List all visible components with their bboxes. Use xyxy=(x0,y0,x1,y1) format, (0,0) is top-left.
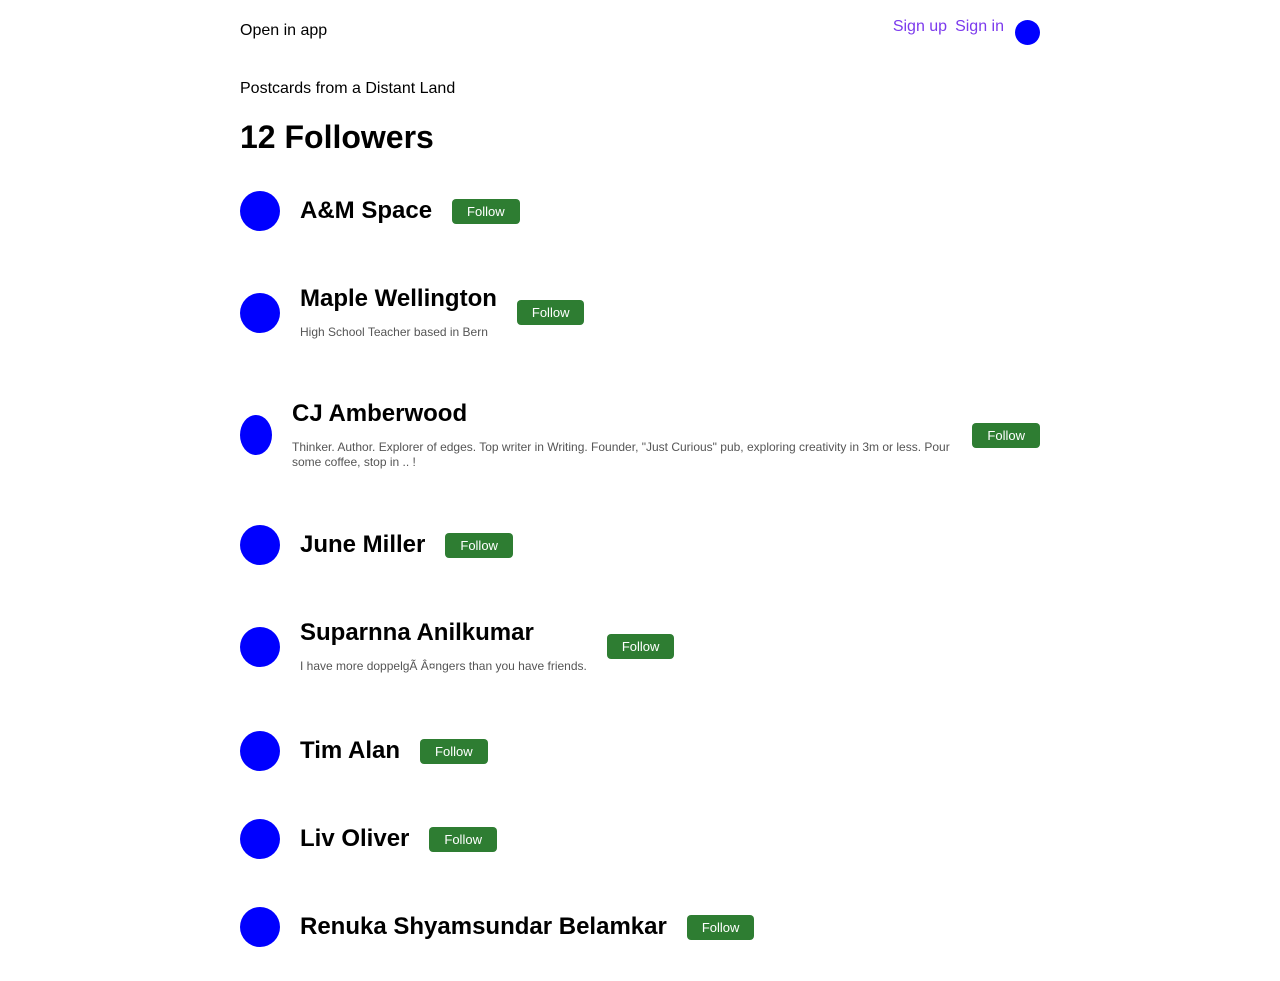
follow-button[interactable]: Follow xyxy=(606,634,675,659)
avatar[interactable] xyxy=(240,819,280,859)
follower-name[interactable]: Tim Alan xyxy=(300,737,400,765)
follower-bio: Thinker. Author. Explorer of edges. Top … xyxy=(292,440,950,469)
follow-button[interactable]: Follow xyxy=(429,826,497,852)
follower-name[interactable]: A&M Space xyxy=(300,197,432,225)
follower-name[interactable]: Liv Oliver xyxy=(300,825,409,853)
follower-row: A&M Space Follow xyxy=(240,191,520,231)
follower-row: Renuka Shyamsundar Belamkar Follow xyxy=(240,907,755,947)
follower-info: A&M Space xyxy=(300,197,432,225)
follower-bio: High School Teacher based in Bern xyxy=(300,325,488,339)
avatar[interactable] xyxy=(240,525,280,565)
follower-row: Maple Wellington High School Teacher bas… xyxy=(240,285,585,340)
follower-info: Maple Wellington High School Teacher bas… xyxy=(300,285,497,340)
follow-button[interactable]: Follow xyxy=(452,198,520,224)
follower-row: June Miller Follow xyxy=(240,525,513,565)
publication-name[interactable]: Postcards from a Distant Land xyxy=(240,80,455,98)
follower-info: Suparnna Anilkumar I have more doppelgÃ … xyxy=(300,619,587,674)
avatar[interactable] xyxy=(240,191,280,231)
follower-info: CJ Amberwood Thinker. Author. Explorer o… xyxy=(292,400,952,470)
avatar[interactable] xyxy=(240,907,280,947)
follower-info: Liv Oliver xyxy=(300,825,409,853)
followers-page: Open in app Sign up Sign in Postcards fr… xyxy=(240,0,1040,947)
page-title: 12 Followers xyxy=(240,119,434,155)
follow-button[interactable]: Follow xyxy=(420,738,488,764)
follow-button[interactable]: Follow xyxy=(516,300,585,325)
sign-up-link[interactable]: Sign up xyxy=(893,18,947,36)
follow-button[interactable]: Follow xyxy=(972,422,1040,448)
avatar[interactable] xyxy=(240,731,280,771)
follower-bio: I have more doppelgÃ Â¤ngers than you ha… xyxy=(300,659,587,673)
avatar[interactable] xyxy=(240,415,272,455)
follower-row: CJ Amberwood Thinker. Author. Explorer o… xyxy=(240,400,1040,470)
follow-button[interactable]: Follow xyxy=(686,914,755,940)
follower-info: Renuka Shyamsundar Belamkar xyxy=(300,913,667,941)
avatar[interactable] xyxy=(240,292,280,333)
follower-info: Tim Alan xyxy=(300,737,400,765)
follower-name[interactable]: Maple Wellington xyxy=(300,285,497,313)
open-in-app-link[interactable]: Open in app xyxy=(240,22,327,40)
follower-row: Liv Oliver Follow xyxy=(240,819,497,859)
follower-name[interactable]: Renuka Shyamsundar Belamkar xyxy=(300,913,667,941)
follower-row: Tim Alan Follow xyxy=(240,731,488,771)
follow-button[interactable]: Follow xyxy=(445,532,513,558)
follower-name[interactable]: Suparnna Anilkumar xyxy=(300,619,587,647)
auth-links: Sign up Sign in xyxy=(885,18,1040,45)
follower-row: Suparnna Anilkumar I have more doppelgÃ … xyxy=(240,619,675,674)
sign-in-link[interactable]: Sign in xyxy=(955,18,1004,36)
follower-name[interactable]: CJ Amberwood xyxy=(292,400,952,428)
follower-info: June Miller xyxy=(300,531,425,559)
avatar[interactable] xyxy=(240,626,280,667)
user-avatar-icon[interactable] xyxy=(1015,20,1040,45)
top-bar: Open in app Sign up Sign in xyxy=(240,0,1040,60)
follower-name[interactable]: June Miller xyxy=(300,531,425,559)
